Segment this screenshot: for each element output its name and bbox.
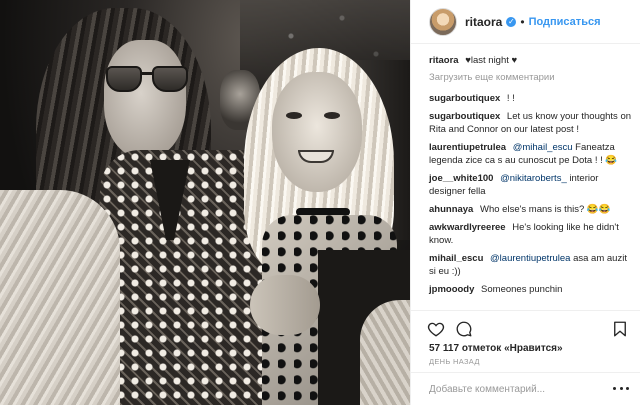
list-item: laurentiupetrulea @mihail_escu Faneatza …	[429, 141, 631, 167]
comment-mention[interactable]: @mihail_escu	[513, 142, 573, 153]
header-username[interactable]: ritaora	[465, 15, 502, 29]
likes-label[interactable]: Нравится	[510, 343, 557, 354]
add-comment-bar	[411, 372, 640, 405]
likes-word: отметок	[461, 343, 502, 354]
comment-username[interactable]: joe__white100	[429, 173, 496, 184]
comment-username[interactable]: sugarboutiquex	[429, 93, 503, 104]
comment-mention[interactable]: @laurentiupetrulea	[490, 253, 570, 264]
comment-mention[interactable]: @nikitaroberts_	[500, 173, 567, 184]
list-item: ahunnaya Who else's mans is this? 😂😂	[429, 203, 631, 216]
header-separator: •	[520, 14, 525, 29]
post-timestamp[interactable]: день назад	[429, 357, 480, 366]
comment-username[interactable]: laurentiupetrulea	[429, 142, 509, 153]
heart-icon[interactable]	[427, 320, 445, 338]
list-item: awkwardlyreeree He's looking like he did…	[429, 221, 631, 247]
likes-count: 57 117	[429, 343, 460, 354]
photo-woman-eye	[286, 112, 302, 119]
caption-username[interactable]: ritaora	[429, 55, 461, 66]
likes-quote-close: »	[557, 343, 563, 354]
verified-badge-icon: ✓	[506, 16, 517, 27]
caption-text: ♥last night ♥	[465, 55, 518, 66]
comment-text: Who else's mans is this? 😂😂	[480, 204, 611, 215]
comment-input[interactable]	[429, 383, 613, 395]
comment-icon[interactable]	[455, 320, 473, 338]
photo-arm	[250, 275, 320, 335]
photo-right-fur	[360, 300, 410, 405]
likes-summary: 57 117 отметок «Нравится»	[429, 343, 563, 354]
comment-text: Someones punchin	[481, 284, 563, 295]
list-item: sugarboutiquex ! !	[429, 92, 631, 105]
comment-text: ! !	[506, 93, 515, 104]
list-item: jpmooody Someones punchin	[429, 283, 631, 296]
photo-fur-coat	[0, 190, 120, 405]
list-item: mihail_escu @laurentiupetrulea asa am au…	[429, 252, 631, 278]
list-item: sugarboutiquex Let us know your thoughts…	[429, 110, 631, 136]
post-actions	[411, 310, 640, 340]
post-side-panel: ritaora ✓ • Подписаться ritaora ♥last ni…	[410, 0, 640, 405]
comment-username[interactable]: jpmooody	[429, 284, 477, 295]
comments-list[interactable]: ritaora ♥last night ♥ Загрузить еще комм…	[411, 44, 640, 310]
photo-sunglasses	[106, 66, 194, 96]
comment-username[interactable]: ahunnaya	[429, 204, 476, 215]
follow-button[interactable]: Подписаться	[529, 16, 601, 28]
photo-woman-eye	[324, 112, 340, 119]
comment-username[interactable]: sugarboutiquex	[429, 111, 503, 122]
comment-username[interactable]: awkwardlyreeree	[429, 222, 508, 233]
comment-username[interactable]: mihail_escu	[429, 253, 486, 264]
bookmark-icon[interactable]	[611, 320, 629, 338]
photo-man-face	[104, 40, 186, 158]
avatar[interactable]	[429, 7, 457, 36]
list-item: joe__white100 @nikitaroberts_ interior d…	[429, 172, 631, 198]
post-photo[interactable]	[0, 0, 410, 405]
more-options-icon[interactable]	[613, 387, 629, 391]
caption: ritaora ♥last night ♥	[429, 54, 631, 67]
load-more-comments-button[interactable]: Загрузить еще комментарии	[429, 72, 631, 83]
post-header: ritaora ✓ • Подписаться	[411, 0, 640, 44]
photo-woman-face	[272, 72, 362, 192]
